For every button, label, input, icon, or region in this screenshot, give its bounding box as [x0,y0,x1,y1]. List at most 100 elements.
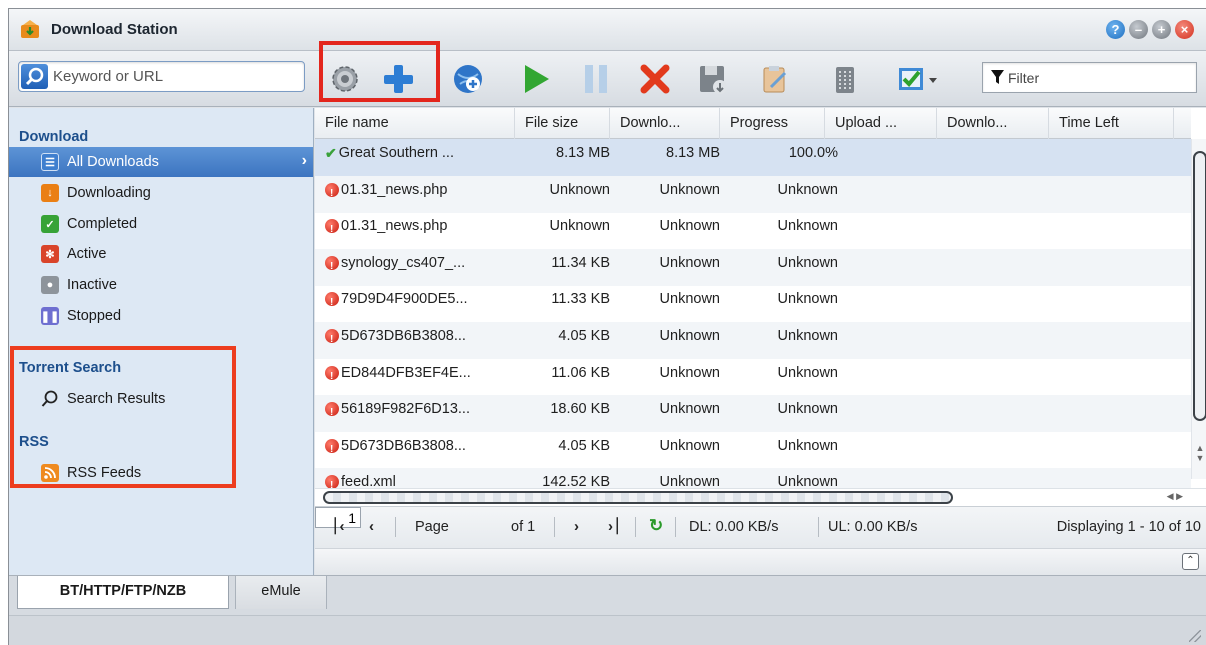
resize-grip-icon[interactable] [1189,630,1201,642]
pager-bar: ⏐‹ ‹ Page of 1 › ›⏐ ↻ DL: 0.00 KB/s UL: … [315,506,1206,548]
table-row[interactable]: synology_cs407_... 11.34 KB Unknown Unknown [315,248,1191,286]
stopped-icon: ❚❚ [41,307,59,325]
separator [395,517,396,537]
prev-page-icon[interactable]: ‹ [369,518,374,535]
edit-icon[interactable] [756,60,794,98]
horizontal-scroll-thumb[interactable] [323,491,953,504]
column-progress[interactable]: Progress [720,108,825,139]
error-icon [325,216,339,244]
sidebar-item-label: All Downloads [67,154,159,170]
file-size-cell: 11.33 KB [551,291,610,308]
title-bar: Download Station ? – + × [9,9,1206,51]
sidebar-item-all-downloads[interactable]: ☰ All Downloads › [9,147,313,177]
bottom-tab-strip: BT/HTTP/FTP/NZB eMule [9,575,1206,615]
file-name: 5D673DB6B3808... [341,437,466,454]
table-row[interactable]: 79D9D4F900DE5... 11.33 KB Unknown Unknown [315,285,1191,322]
filter-input[interactable] [1008,66,1188,89]
filter-icon [991,70,1004,84]
sidebar-item-completed[interactable]: ✓ Completed [9,209,313,239]
column-file-size[interactable]: File size [515,108,610,139]
first-page-icon[interactable]: ⏐‹ [331,518,345,535]
progress-cell: Unknown [777,437,838,454]
table-row[interactable]: 5D673DB6B3808... 4.05 KB Unknown Unknown [315,322,1191,359]
column-file-name[interactable]: File name [315,108,515,139]
file-name-cell: ✔ Great Southern ... [315,139,515,176]
file-name-cell: synology_cs407_... [315,249,515,286]
add-icon[interactable] [379,60,417,98]
error-icon [325,326,339,354]
select-icon[interactable] [893,60,945,98]
sidebar-item-downloading[interactable]: ↓ Downloading [9,178,313,208]
minimize-icon[interactable]: – [1129,20,1148,39]
file-name: 56189F982F6D13... [341,401,470,418]
pause-icon[interactable] [577,60,615,98]
maximize-icon[interactable]: + [1152,20,1171,39]
downloaded-cell: Unknown [659,181,720,198]
list-icon: ☰ [41,153,59,171]
sidebar-item-label: Completed [67,216,138,232]
tab-bt-http-ftp-nzb[interactable]: BT/HTTP/FTP/NZB [17,576,229,609]
vertical-scrollbar[interactable]: ▲ ▼ [1191,139,1206,479]
check-icon: ✔ [325,145,337,161]
downloaded-cell: Unknown [659,291,720,308]
sidebar-item-rss-feeds[interactable]: RSS Feeds [9,458,313,488]
close-icon[interactable]: × [1175,20,1194,39]
last-page-icon[interactable]: ›⏐ [608,518,622,535]
horizontal-scrollbar[interactable]: ◀ ▶ [315,488,1206,506]
settings-icon[interactable] [326,60,364,98]
window-controls: ? – + × [1106,20,1194,39]
clear-completed-icon[interactable] [826,60,864,98]
downloading-icon: ↓ [41,184,59,202]
separator [675,517,676,537]
help-icon[interactable]: ? [1106,20,1125,39]
downloaded-cell: Unknown [659,218,720,235]
completed-icon: ✓ [41,215,59,233]
add-url-icon[interactable] [449,60,487,98]
progress-cell: Unknown [777,254,838,271]
sidebar-item-search-results[interactable]: Search Results [9,384,313,414]
progress-cell: Unknown [777,218,838,235]
collapse-bar: ⌃ [315,548,1206,575]
search-icon[interactable] [21,64,48,89]
table-row[interactable]: 5D673DB6B3808... 4.05 KB Unknown Unknown [315,432,1191,469]
file-name: Great Southern ... [338,145,454,161]
sidebar-item-inactive[interactable]: ● Inactive [9,270,313,300]
column-time-left[interactable]: Time Left [1049,108,1174,139]
error-icon [325,399,339,427]
file-size-cell: Unknown [549,218,610,235]
delete-icon[interactable] [636,60,674,98]
table-row[interactable]: ✔ Great Southern ... 8.13 MB 8.13 MB 100.0% [315,139,1191,176]
vertical-scroll-thumb[interactable] [1193,151,1206,421]
column-downloaded[interactable]: Downlo... [610,108,720,139]
error-icon [325,289,339,317]
next-page-icon[interactable]: › [574,518,579,535]
filter-box [982,62,1197,93]
sidebar-item-active[interactable]: ✻ Active [9,239,313,269]
column-download-speed[interactable]: Downlo... [937,108,1049,139]
upload-speed: UL: 0.00 KB/s [828,519,918,535]
scroll-left-right-icon[interactable]: ◀ ▶ [1167,491,1183,502]
table-row[interactable]: 01.31_news.php Unknown Unknown Unknown [315,175,1191,213]
file-name: 01.31_news.php [341,181,448,198]
collapse-up-icon[interactable]: ⌃ [1182,553,1199,570]
save-icon[interactable] [694,60,732,98]
sidebar: Download ☰ All Downloads › ↓ Downloading… [9,108,314,575]
file-name: 01.31_news.php [341,218,448,235]
table-row[interactable]: ED844DFB3EF4E... 11.06 KB Unknown Unknown [315,359,1191,396]
column-upload[interactable]: Upload ... [825,108,937,139]
table-row[interactable]: 56189F982F6D13... 18.60 KB Unknown Unknown [315,395,1191,433]
progress-cell: Unknown [777,364,838,381]
file-name-cell: 01.31_news.php [315,176,515,213]
sidebar-item-label: RSS Feeds [67,465,142,481]
resume-icon[interactable] [517,60,555,98]
file-name-cell: 5D673DB6B3808... [315,322,515,359]
scroll-arrows-icon[interactable]: ▲ ▼ [1194,443,1206,463]
table-row[interactable]: 01.31_news.php Unknown Unknown Unknown [315,212,1191,249]
separator [635,517,636,537]
progress-cell: Unknown [777,291,838,308]
sidebar-item-stopped[interactable]: ❚❚ Stopped [9,301,313,331]
refresh-icon[interactable]: ↻ [649,516,663,536]
tab-emule[interactable]: eMule [235,576,327,609]
magnifier-icon [41,390,59,408]
search-input[interactable] [53,64,298,89]
